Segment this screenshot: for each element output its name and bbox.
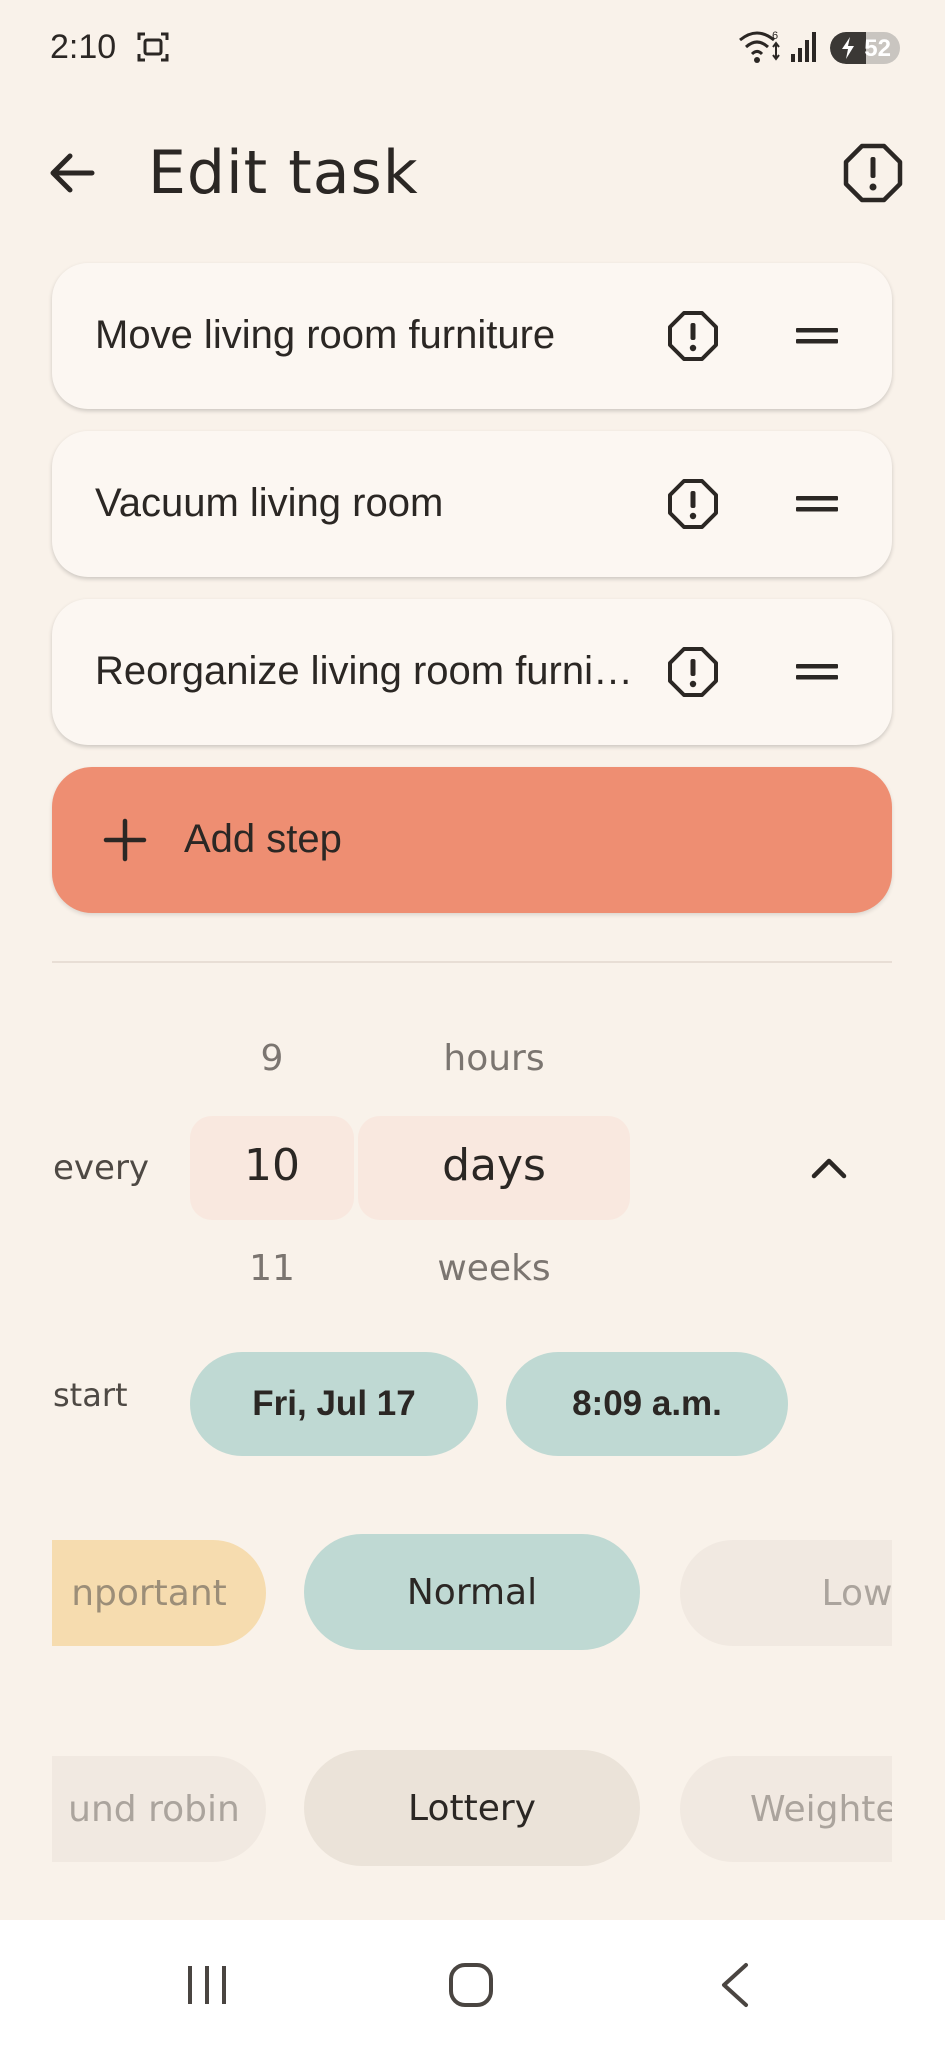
start-date-button[interactable]: Fri, Jul 17: [190, 1352, 478, 1456]
number-option-prev[interactable]: 9: [190, 1038, 354, 1079]
step-card[interactable]: Reorganize living room furniture: [52, 599, 892, 745]
unit-option-next[interactable]: weeks: [358, 1248, 630, 1289]
start-label: start: [53, 1376, 128, 1414]
start-time-button[interactable]: 8:09 a.m.: [506, 1352, 788, 1456]
priority-selector[interactable]: nportant Normal Low: [52, 1534, 892, 1654]
status-time: 2:10: [50, 28, 117, 66]
schedule-chip-label: und robin: [68, 1788, 240, 1830]
schedule-chip-weighted[interactable]: Weighte: [680, 1756, 892, 1862]
scheduling-selector[interactable]: und robin Lottery Weighte: [52, 1750, 892, 1870]
alert-octagon-icon[interactable]: [666, 477, 720, 531]
drag-handle-icon[interactable]: [794, 651, 840, 693]
unit-option-prev[interactable]: hours: [358, 1038, 630, 1079]
wifi-icon: 6: [739, 30, 780, 63]
priority-chip-low[interactable]: Low: [680, 1540, 892, 1646]
unit-option-selected[interactable]: days: [358, 1140, 630, 1191]
schedule-chip-label: Weighte: [750, 1788, 892, 1830]
schedule-chip-label: Lottery: [408, 1787, 536, 1829]
divider: [52, 961, 892, 963]
drag-handle-icon[interactable]: [794, 483, 840, 525]
step-label: Vacuum living room: [95, 481, 444, 525]
step-card[interactable]: Move living room furniture: [52, 263, 892, 409]
screenshot-icon: [137, 32, 169, 62]
priority-chip-normal[interactable]: Normal: [304, 1534, 640, 1650]
battery-indicator: 52: [830, 32, 900, 64]
step-card[interactable]: Vacuum living room: [52, 431, 892, 577]
number-option-next[interactable]: 11: [190, 1248, 354, 1289]
alert-octagon-icon[interactable]: [666, 309, 720, 363]
home-icon[interactable]: [448, 1962, 494, 2008]
system-nav-bar: [0, 1920, 945, 2048]
battery-charging-icon: [842, 37, 854, 59]
page-title: Edit task: [148, 138, 419, 208]
nav-back-icon[interactable]: [718, 1962, 752, 2008]
priority-chip-important[interactable]: nportant: [52, 1540, 266, 1646]
back-arrow-icon[interactable]: [40, 140, 106, 206]
priority-chip-label: Normal: [406, 1571, 538, 1613]
chevron-up-icon[interactable]: [806, 1146, 852, 1192]
svg-text:6: 6: [772, 30, 778, 42]
recent-apps-icon[interactable]: [184, 1964, 230, 2006]
step-label: Move living room furniture: [95, 313, 556, 357]
schedule-chip-lottery[interactable]: Lottery: [304, 1750, 640, 1866]
drag-handle-icon[interactable]: [794, 315, 840, 357]
step-label: Reorganize living room furniture: [95, 649, 635, 693]
add-step-label: Add step: [184, 817, 342, 861]
schedule-chip-round-robin[interactable]: und robin: [52, 1756, 266, 1862]
number-option-selected[interactable]: 10: [190, 1140, 354, 1191]
every-label: every: [53, 1148, 150, 1188]
signal-icon: [791, 32, 816, 62]
alert-octagon-icon[interactable]: [840, 140, 906, 206]
priority-chip-label: Low: [821, 1572, 892, 1614]
plus-icon: [103, 818, 147, 862]
add-step-button[interactable]: Add step: [52, 767, 892, 913]
alert-octagon-icon[interactable]: [666, 645, 720, 699]
priority-chip-label: nportant: [71, 1572, 227, 1614]
battery-label: 52: [864, 35, 891, 62]
